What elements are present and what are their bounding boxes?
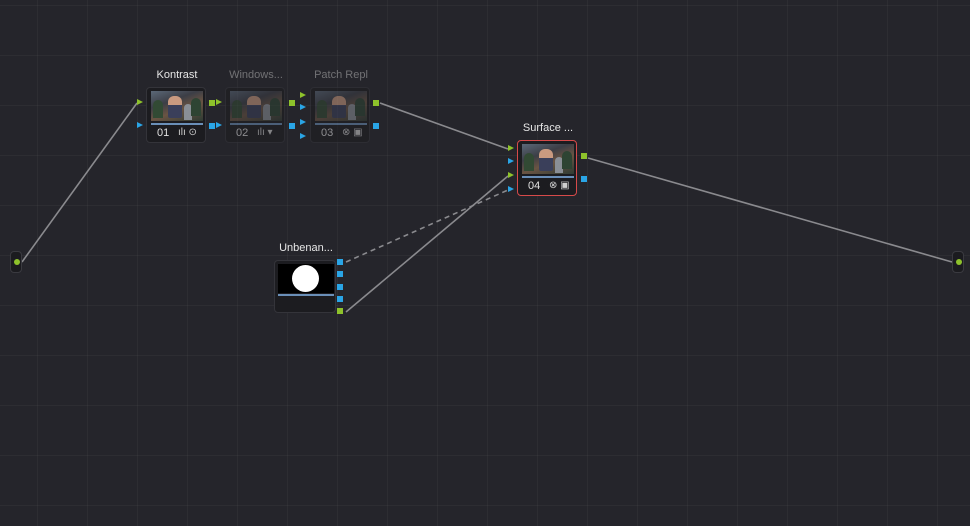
node-04-number: 04 [528, 180, 541, 192]
node-03-number: 03 [321, 127, 334, 139]
node-02-title: Windows... [229, 69, 283, 81]
node-03-thumbnail [315, 91, 367, 121]
node-04-thumbnail [522, 144, 574, 174]
node-04-rgb-output[interactable] [581, 153, 587, 159]
node-03-alpha-output[interactable] [373, 123, 379, 129]
node-04-rgb-input-1[interactable] [508, 145, 514, 151]
node-04-alpha-input-2[interactable] [508, 186, 514, 192]
wire-mask-alpha-to-04 [345, 189, 509, 263]
fx-icon: ⊗ ▣ [342, 127, 363, 138]
node-02-rgb-output[interactable] [289, 100, 295, 106]
node-02-divider [230, 123, 282, 125]
node-04[interactable]: Surface ... 04 ⊗ ▣ [517, 122, 577, 196]
node-04-rgb-input-2[interactable] [508, 172, 514, 178]
node-02-number: 02 [236, 127, 249, 139]
node-03-rgb-input[interactable] [300, 92, 306, 98]
node-01-alpha-input[interactable] [137, 122, 143, 128]
matte-node-divider [278, 294, 334, 296]
node-graph-canvas[interactable]: Kontrast 01 ılı ⊙ Windows... 02 ılı ▾ Pa… [0, 0, 970, 526]
matte-node-title: Unbenan... [279, 242, 333, 254]
matte-rgb-output[interactable] [337, 308, 343, 314]
node-01-divider [151, 123, 203, 125]
node-03-rgb-output[interactable] [373, 100, 379, 106]
node-01-alpha-output-arrow [216, 122, 222, 128]
node-02-alpha-output[interactable] [289, 123, 295, 129]
node-03[interactable]: Patch Repl 03 ⊗ ▣ [310, 69, 370, 143]
node-03-title: Patch Repl [314, 69, 368, 81]
wire-source-to-01 [21, 102, 138, 263]
node-04-alpha-input-1[interactable] [508, 158, 514, 164]
node-01-rgb-output[interactable] [209, 100, 215, 106]
node-03-alpha-input-3[interactable] [300, 133, 306, 139]
node-03-divider [315, 123, 367, 125]
node-01-number: 01 [157, 127, 170, 139]
curves-icon: ılı ⊙ [178, 127, 197, 138]
wire-mask-to-04 [345, 175, 509, 313]
window-icon: ılı ▾ [257, 127, 273, 138]
fx-icon: ⊗ ▣ [549, 180, 570, 191]
circle-matte-shape [292, 265, 319, 292]
wire-03-to-04 [379, 102, 509, 150]
node-02-thumbnail [230, 91, 282, 121]
node-01-rgb-input[interactable] [137, 99, 143, 105]
matte-thumbnail [278, 264, 334, 293]
node-04-alpha-output[interactable] [581, 176, 587, 182]
matte-output-1[interactable] [337, 259, 343, 265]
wire-04-to-output [587, 157, 953, 263]
node-03-alpha-input-2[interactable] [300, 119, 306, 125]
matte-output-4[interactable] [337, 296, 343, 302]
node-01-title: Kontrast [156, 69, 198, 81]
source-output-port[interactable] [14, 259, 20, 265]
matte-output-2[interactable] [337, 271, 343, 277]
matte-output-3[interactable] [337, 284, 343, 290]
node-04-divider [522, 176, 574, 178]
node-01-alpha-output[interactable] [209, 123, 215, 129]
node-tree-output[interactable] [952, 251, 964, 273]
node-03-alpha-input-1[interactable] [300, 104, 306, 110]
node-01[interactable]: Kontrast 01 ılı ⊙ [146, 69, 206, 143]
node-04-title: Surface ... [522, 122, 574, 134]
node-01-thumbnail [151, 91, 203, 121]
node-01-rgb-output-arrow [216, 99, 222, 105]
output-input-port[interactable] [956, 259, 962, 265]
source-input[interactable] [10, 251, 22, 273]
node-02[interactable]: Windows... 02 ılı ▾ [225, 69, 285, 143]
matte-node[interactable]: Unbenan... [274, 242, 336, 313]
